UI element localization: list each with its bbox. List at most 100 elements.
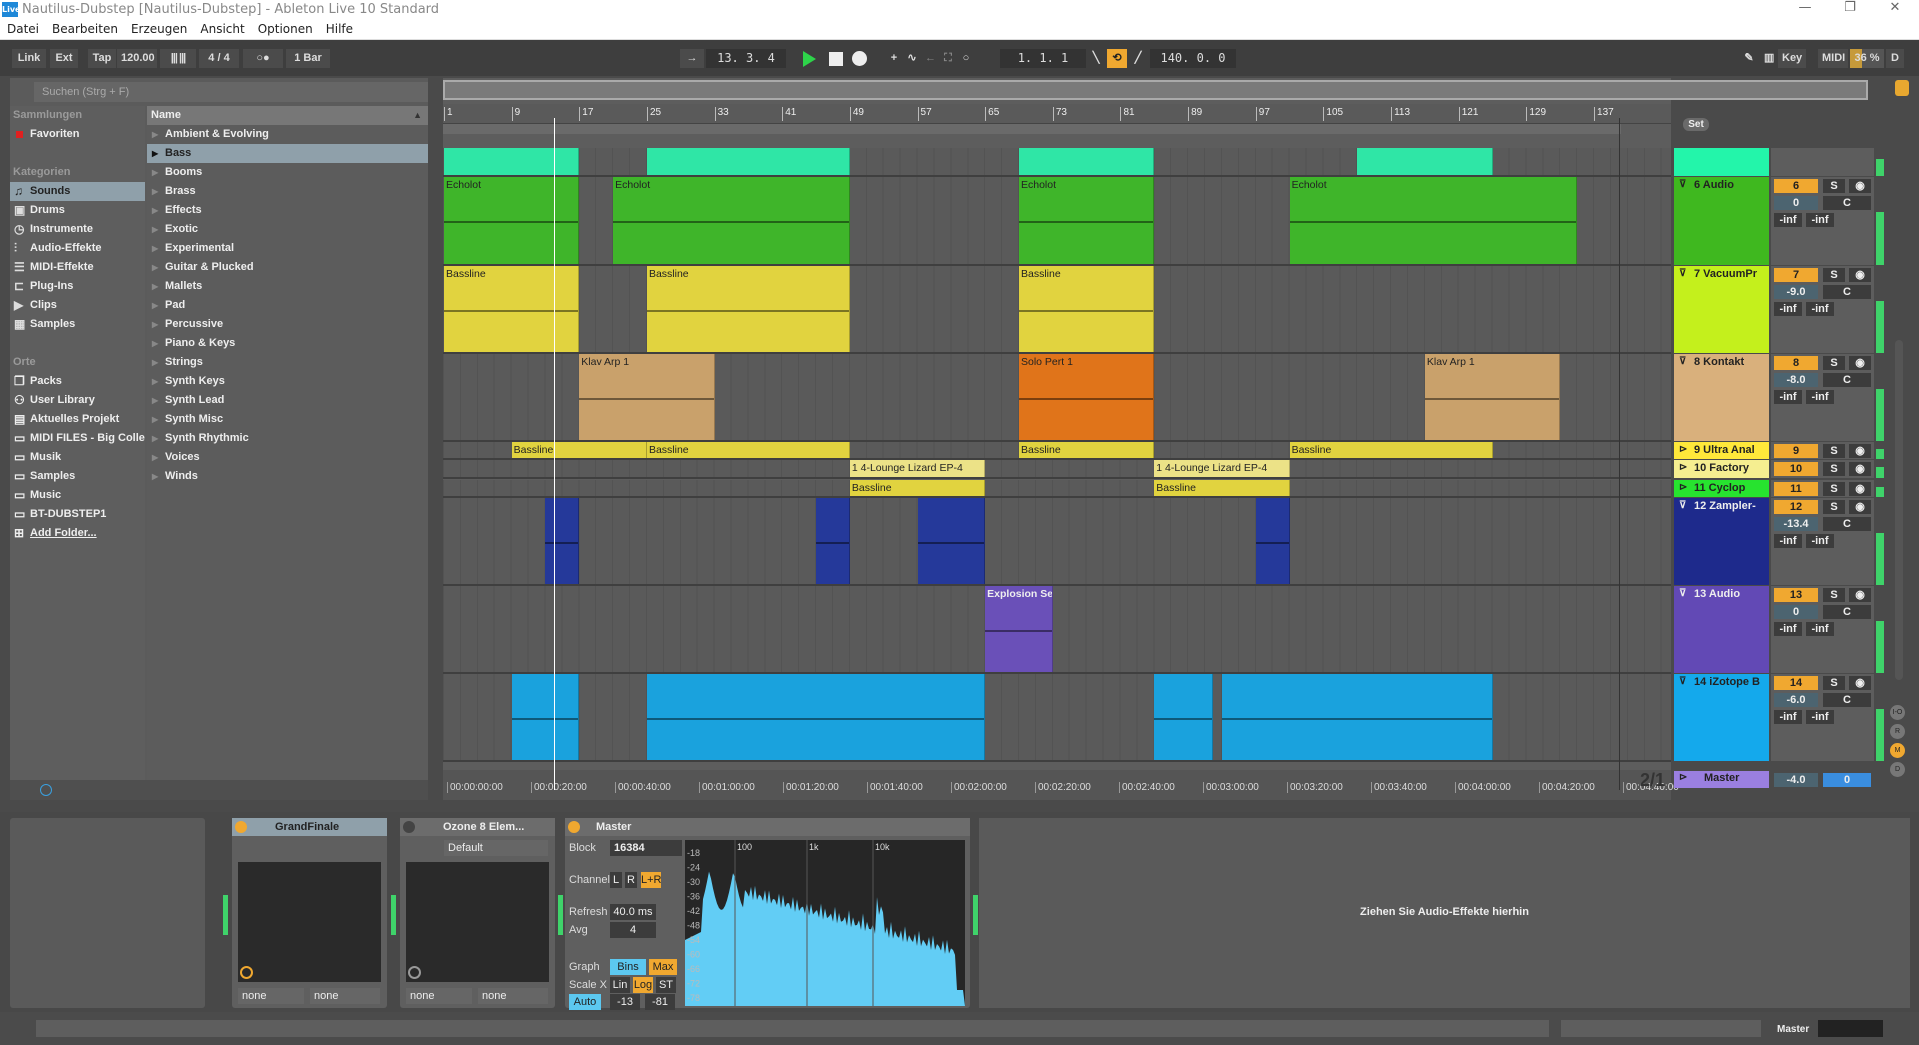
browser-item[interactable]: ▶ Experimental xyxy=(147,239,428,258)
clip[interactable]: Bassline xyxy=(444,266,580,352)
device-on-toggle[interactable] xyxy=(403,821,415,833)
macro-select-1[interactable]: none xyxy=(238,988,304,1004)
browser-item[interactable]: ▶ Brass xyxy=(147,182,428,201)
clip[interactable] xyxy=(511,674,580,760)
favorites-item[interactable]: Favoriten xyxy=(10,125,145,144)
sidebar-place-music[interactable]: ▭ Music xyxy=(10,486,145,505)
clip[interactable]: Echolot xyxy=(1019,177,1155,264)
track-activator-button[interactable]: 12 xyxy=(1774,500,1818,514)
arm-record-button[interactable]: ◉ xyxy=(1849,444,1871,458)
clip[interactable]: Bassline xyxy=(1019,266,1155,352)
sidebar-place-aktuelles-projekt[interactable]: ▤ Aktuelles Projekt xyxy=(10,410,145,429)
pan-field[interactable]: C xyxy=(1823,693,1871,707)
loop-start-field[interactable]: 1. 1. 1 xyxy=(1000,49,1086,68)
clip[interactable]: Solo Pert 1 xyxy=(1019,354,1155,440)
fold-icon[interactable]: ⊽ xyxy=(1679,676,1686,687)
track-header[interactable]: ⊽ 12 Zampler- xyxy=(1674,498,1769,585)
clip[interactable]: Bassline xyxy=(646,442,850,458)
sidebar-item-samples[interactable]: ▦ Samples xyxy=(10,315,145,334)
clip[interactable]: Bassline xyxy=(849,480,986,496)
set-button[interactable]: Set xyxy=(1683,118,1709,131)
browser-item[interactable]: ▶ Synth Lead xyxy=(147,391,428,410)
browser-item[interactable]: ▶ Effects xyxy=(147,201,428,220)
view-toggle-m[interactable]: M xyxy=(1890,743,1905,758)
clip[interactable]: Bassline xyxy=(1289,442,1493,458)
piano-keys-icon[interactable]: ▥ xyxy=(1760,49,1776,68)
sidebar-item-drums[interactable]: ▣ Drums xyxy=(10,201,145,220)
macro-select-1[interactable]: none xyxy=(406,988,472,1004)
pan-field[interactable]: C xyxy=(1823,285,1871,299)
arrangement-track-lane[interactable] xyxy=(443,148,1671,177)
capture-icon[interactable]: ⛶ xyxy=(939,49,957,68)
channel-l-button[interactable]: L xyxy=(610,872,622,888)
browser-item[interactable]: ▶ Winds xyxy=(147,467,428,486)
link-button[interactable]: Link xyxy=(12,49,46,68)
block-dropdown[interactable]: 16384 xyxy=(610,840,682,856)
master-track-header[interactable]: ⊳ Master xyxy=(1674,771,1769,788)
sidebar-item-audio-effekte[interactable]: ⫶ Audio-Effekte xyxy=(10,239,145,258)
clip[interactable] xyxy=(444,148,580,175)
clip[interactable] xyxy=(545,498,580,584)
automation-arm-icon[interactable]: ∿ xyxy=(903,49,921,68)
solo-button[interactable]: S xyxy=(1823,356,1845,370)
solo-button[interactable]: S xyxy=(1823,444,1845,458)
fold-icon[interactable]: ⊳ xyxy=(1679,444,1687,455)
clip[interactable]: Klav Arp 1 xyxy=(579,354,715,440)
fold-icon[interactable]: ⊽ xyxy=(1679,588,1686,599)
expand-triangle-icon[interactable]: ▶ xyxy=(152,429,158,448)
browser-item[interactable]: ▶ Exotic xyxy=(147,220,428,239)
song-position-field[interactable]: 13. 3. 4 xyxy=(706,49,786,68)
punch-in-icon[interactable]: ╲ xyxy=(1088,49,1104,68)
fold-icon[interactable]: ⊽ xyxy=(1679,356,1686,367)
clip[interactable]: Echolot xyxy=(613,177,850,264)
browser-item[interactable]: ▶ Voices xyxy=(147,448,428,467)
volume-field[interactable]: 0 xyxy=(1774,605,1818,619)
expand-triangle-icon[interactable]: ▶ xyxy=(152,277,158,296)
volume-field[interactable]: -9.0 xyxy=(1774,285,1818,299)
track-header[interactable]: ⊳ 10 Factory xyxy=(1674,460,1769,478)
sidebar-place-midi-files-big-collec[interactable]: ▭ MIDI FILES - Big Collec xyxy=(10,429,145,448)
track-header[interactable]: ⊳ 9 Ultra Anal xyxy=(1674,442,1769,459)
sidebar-place-user-library[interactable]: ⚇ User Library xyxy=(10,391,145,410)
view-toggle-d[interactable]: D xyxy=(1890,762,1905,777)
sidebar-place-packs[interactable]: ❐ Packs xyxy=(10,372,145,391)
track-activator-button[interactable]: 9 xyxy=(1774,444,1818,458)
arrangement-track-lane[interactable]: Bassline Bassline xyxy=(443,480,1671,498)
sidebar-item-sounds[interactable]: ♫ Sounds xyxy=(10,182,145,201)
arm-record-button[interactable]: ◉ xyxy=(1849,676,1871,690)
expand-triangle-icon[interactable]: ▶ xyxy=(152,334,158,353)
auto-range-button[interactable]: Auto xyxy=(569,994,601,1010)
time-signature-field[interactable]: 4 / 4 xyxy=(199,49,239,68)
clip[interactable] xyxy=(1221,674,1493,760)
solo-button[interactable]: S xyxy=(1823,268,1845,282)
clip[interactable] xyxy=(1019,148,1155,175)
volume-field[interactable]: 0 xyxy=(1774,196,1818,210)
graph-bins-button[interactable]: Bins xyxy=(610,959,646,975)
clip[interactable]: Bassline xyxy=(1154,480,1290,496)
pan-field[interactable]: C xyxy=(1823,196,1871,210)
fold-icon[interactable]: ⊽ xyxy=(1679,179,1686,190)
clip[interactable]: Bassline xyxy=(646,266,850,352)
volume-field[interactable]: -8.0 xyxy=(1774,373,1818,387)
arrangement-track-lane[interactable]: Echolot Echolot Echolot Echolot xyxy=(443,177,1671,266)
draw-mode-icon[interactable]: ✎ xyxy=(1740,49,1758,68)
key-map-button[interactable]: Key xyxy=(1778,49,1806,68)
overdub-icon[interactable]: + xyxy=(885,49,903,68)
browser-item[interactable]: ▶ Strings xyxy=(147,353,428,372)
arrangement-track-lane[interactable]: Bassline Bassline Bassline Bassline xyxy=(443,442,1671,460)
track-header[interactable]: ⊳ 11 Cyclop xyxy=(1674,480,1769,497)
expand-triangle-icon[interactable]: ▶ xyxy=(152,182,158,201)
tempo-field[interactable]: 120.00 xyxy=(117,49,157,68)
browser-item[interactable]: ▶ Synth Rhythmic xyxy=(147,429,428,448)
avg-field[interactable]: 4 xyxy=(610,922,656,938)
macro-select-2[interactable]: none xyxy=(478,988,548,1004)
menu-optionen[interactable]: Optionen xyxy=(251,20,319,36)
volume-field[interactable]: -13.4 xyxy=(1774,517,1818,531)
fold-icon[interactable]: ⊳ xyxy=(1679,772,1687,783)
clip[interactable] xyxy=(1255,498,1290,584)
clip[interactable] xyxy=(917,498,986,584)
session-record-icon[interactable]: ○ xyxy=(957,49,975,68)
sidebar-item-midi-effekte[interactable]: ☰ MIDI-Effekte xyxy=(10,258,145,277)
solo-button[interactable]: S xyxy=(1823,179,1845,193)
xy-handle[interactable] xyxy=(408,966,421,979)
